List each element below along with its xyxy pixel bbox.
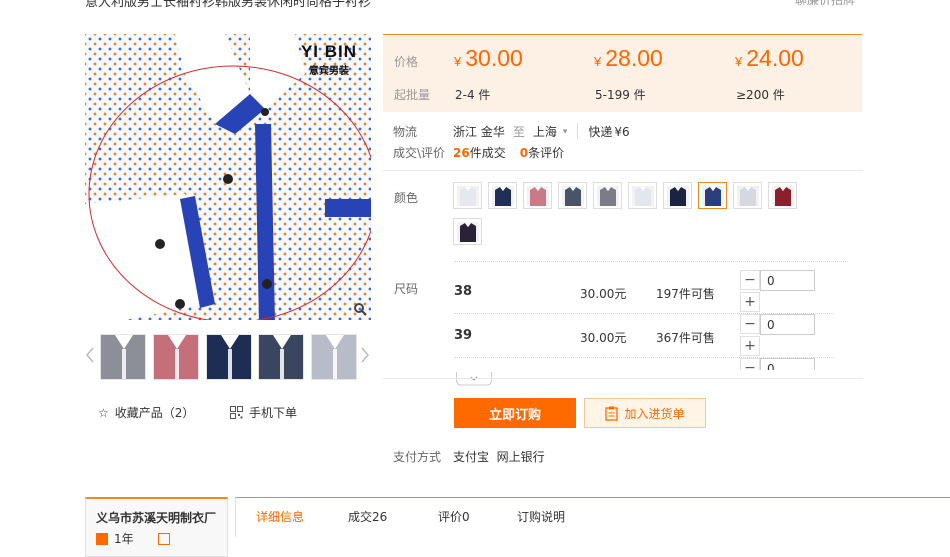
decrease-button[interactable]: − bbox=[740, 358, 760, 370]
mobile-order-label: 手机下单 bbox=[249, 406, 298, 420]
color-swatch[interactable] bbox=[453, 182, 482, 209]
seller-years: 1年 bbox=[114, 532, 134, 546]
size-stock: 367件可售 bbox=[656, 331, 715, 345]
divider bbox=[383, 378, 862, 379]
star-icon: ☆ bbox=[98, 405, 109, 420]
size-row: 38 30.00元 197件可售 −+ bbox=[440, 270, 860, 314]
size-list[interactable]: 3830.00元197件可售−+3930.00元367件可售−+−+ bbox=[440, 262, 860, 370]
chevron-right-icon[interactable] bbox=[360, 347, 370, 363]
product-title: 意大利版男士长袖衬衫韩版男装休闲时尚格子衬衫 bbox=[85, 0, 372, 10]
divider bbox=[383, 170, 862, 171]
logistics-row: 物流 浙江 金华 至 上海 ▾ 快递 ¥6 bbox=[393, 123, 630, 140]
gallery-thumbnail[interactable] bbox=[206, 334, 252, 380]
favorite-label: 收藏产品（2） bbox=[114, 406, 195, 420]
deals-label: 成交\评价 bbox=[393, 146, 446, 160]
destination-select[interactable]: 上海 ▾ bbox=[533, 123, 568, 140]
favorite-button[interactable]: ☆ 收藏产品（2） bbox=[98, 404, 194, 421]
size-price: 30.00元 bbox=[580, 287, 627, 301]
color-swatch[interactable] bbox=[453, 218, 482, 245]
qty-tier-1: 2-4 件 bbox=[455, 88, 491, 102]
logistics-to-word: 至 bbox=[512, 125, 525, 139]
quantity-input[interactable] bbox=[760, 314, 815, 335]
color-label: 颜色 bbox=[394, 191, 419, 205]
size-label: 尺码 bbox=[394, 282, 419, 296]
color-swatch[interactable] bbox=[733, 182, 762, 209]
color-swatch[interactable] bbox=[523, 182, 552, 209]
price-tier-1: ¥30.00 bbox=[454, 45, 523, 71]
color-swatch[interactable] bbox=[488, 182, 517, 209]
payment-row: 支付方式 支付宝 网上银行 bbox=[393, 448, 545, 465]
qty-tier-3: ≥200 件 bbox=[736, 88, 785, 102]
qty-tier-2: 5-199 件 bbox=[595, 88, 646, 102]
detail-tabs: 详细信息 成交26 评价0 订购说明 bbox=[235, 497, 950, 537]
tab-deals[interactable]: 成交26 bbox=[348, 508, 387, 525]
seller-box: 义乌市苏溪天明制衣厂 1年 bbox=[85, 497, 228, 557]
price-tier-3: ¥24.00 bbox=[735, 45, 804, 71]
color-swatch[interactable] bbox=[698, 182, 727, 209]
buy-now-button[interactable]: 立即订购 bbox=[454, 398, 576, 428]
gallery-thumbnail[interactable] bbox=[153, 334, 199, 380]
deal-count[interactable]: 26 bbox=[453, 146, 470, 160]
brand-logo: YI BIN 意宾男装 bbox=[300, 42, 357, 77]
color-swatch[interactable] bbox=[558, 182, 587, 209]
size-name: 39 bbox=[454, 328, 473, 343]
logistics-label: 物流 bbox=[393, 125, 418, 139]
clipboard-icon bbox=[605, 406, 619, 421]
quantity-input[interactable] bbox=[760, 358, 815, 370]
color-swatch[interactable] bbox=[628, 182, 657, 209]
seller-badge-icon bbox=[157, 532, 170, 545]
seller-badges: 1年 bbox=[86, 526, 227, 547]
price-label: 价格 bbox=[394, 55, 419, 69]
review-suffix: 条评价 bbox=[528, 146, 565, 160]
logistics-to: 上海 bbox=[532, 125, 557, 139]
color-swatch[interactable] bbox=[663, 182, 692, 209]
logistics-from: 浙江 金华 bbox=[453, 125, 505, 139]
express-label: 快递 bbox=[577, 123, 612, 140]
increase-button[interactable]: + bbox=[740, 336, 760, 356]
tab-details[interactable]: 详细信息 bbox=[256, 508, 304, 525]
top-right-text: 聊廉价招牌 bbox=[795, 0, 856, 7]
gallery-thumbnail[interactable] bbox=[311, 334, 357, 380]
tab-order-info[interactable]: 订购说明 bbox=[517, 508, 565, 525]
size-stock: 197件可售 bbox=[656, 287, 715, 301]
gallery-thumbnail[interactable] bbox=[258, 334, 304, 380]
payment-label: 支付方式 bbox=[393, 450, 442, 464]
add-to-cart-button[interactable]: 加入进货单 bbox=[584, 398, 706, 428]
size-name: 38 bbox=[454, 284, 473, 299]
seller-years-icon bbox=[96, 532, 108, 545]
tab-reviews[interactable]: 评价0 bbox=[438, 508, 470, 525]
deals-row: 成交\评价 26 件成交 0 条评价 bbox=[393, 144, 564, 161]
size-row: −+ bbox=[440, 358, 860, 370]
size-price: 30.00元 bbox=[580, 331, 627, 345]
collapse-arrow-icon[interactable] bbox=[456, 372, 492, 386]
increase-button[interactable]: + bbox=[740, 292, 760, 312]
quantity-input[interactable] bbox=[760, 270, 815, 291]
highlight-circle bbox=[88, 65, 371, 320]
express-fee: ¥6 bbox=[614, 124, 630, 139]
main-product-image[interactable]: YI BIN 意宾男装 bbox=[85, 34, 371, 320]
color-swatch[interactable] bbox=[768, 182, 797, 209]
add-to-cart-label: 加入进货单 bbox=[624, 406, 685, 421]
min-order-label: 起批量 bbox=[394, 88, 431, 102]
deal-suffix: 件成交 bbox=[469, 146, 506, 160]
mobile-order-button[interactable]: 手机下单 bbox=[230, 404, 297, 421]
decrease-button[interactable]: − bbox=[740, 314, 760, 334]
zoom-icon[interactable] bbox=[353, 302, 367, 316]
chevron-down-icon: ▾ bbox=[562, 126, 568, 137]
price-tier-2: ¥28.00 bbox=[594, 45, 663, 71]
gallery-thumbnail[interactable] bbox=[100, 334, 146, 380]
decrease-button[interactable]: − bbox=[740, 270, 760, 290]
chevron-left-icon[interactable] bbox=[85, 347, 95, 363]
size-row: 39 30.00元 367件可售 −+ bbox=[440, 314, 860, 358]
color-swatch[interactable] bbox=[593, 182, 622, 209]
price-panel: 价格 起批量 ¥30.00 ¥28.00 ¥24.00 2-4 件 5-199 … bbox=[383, 34, 862, 112]
payment-methods: 支付宝 网上银行 bbox=[453, 450, 545, 464]
review-count[interactable]: 0 bbox=[520, 146, 528, 160]
seller-name[interactable]: 义乌市苏溪天明制衣厂 bbox=[86, 499, 227, 526]
qr-code-icon bbox=[230, 406, 243, 419]
